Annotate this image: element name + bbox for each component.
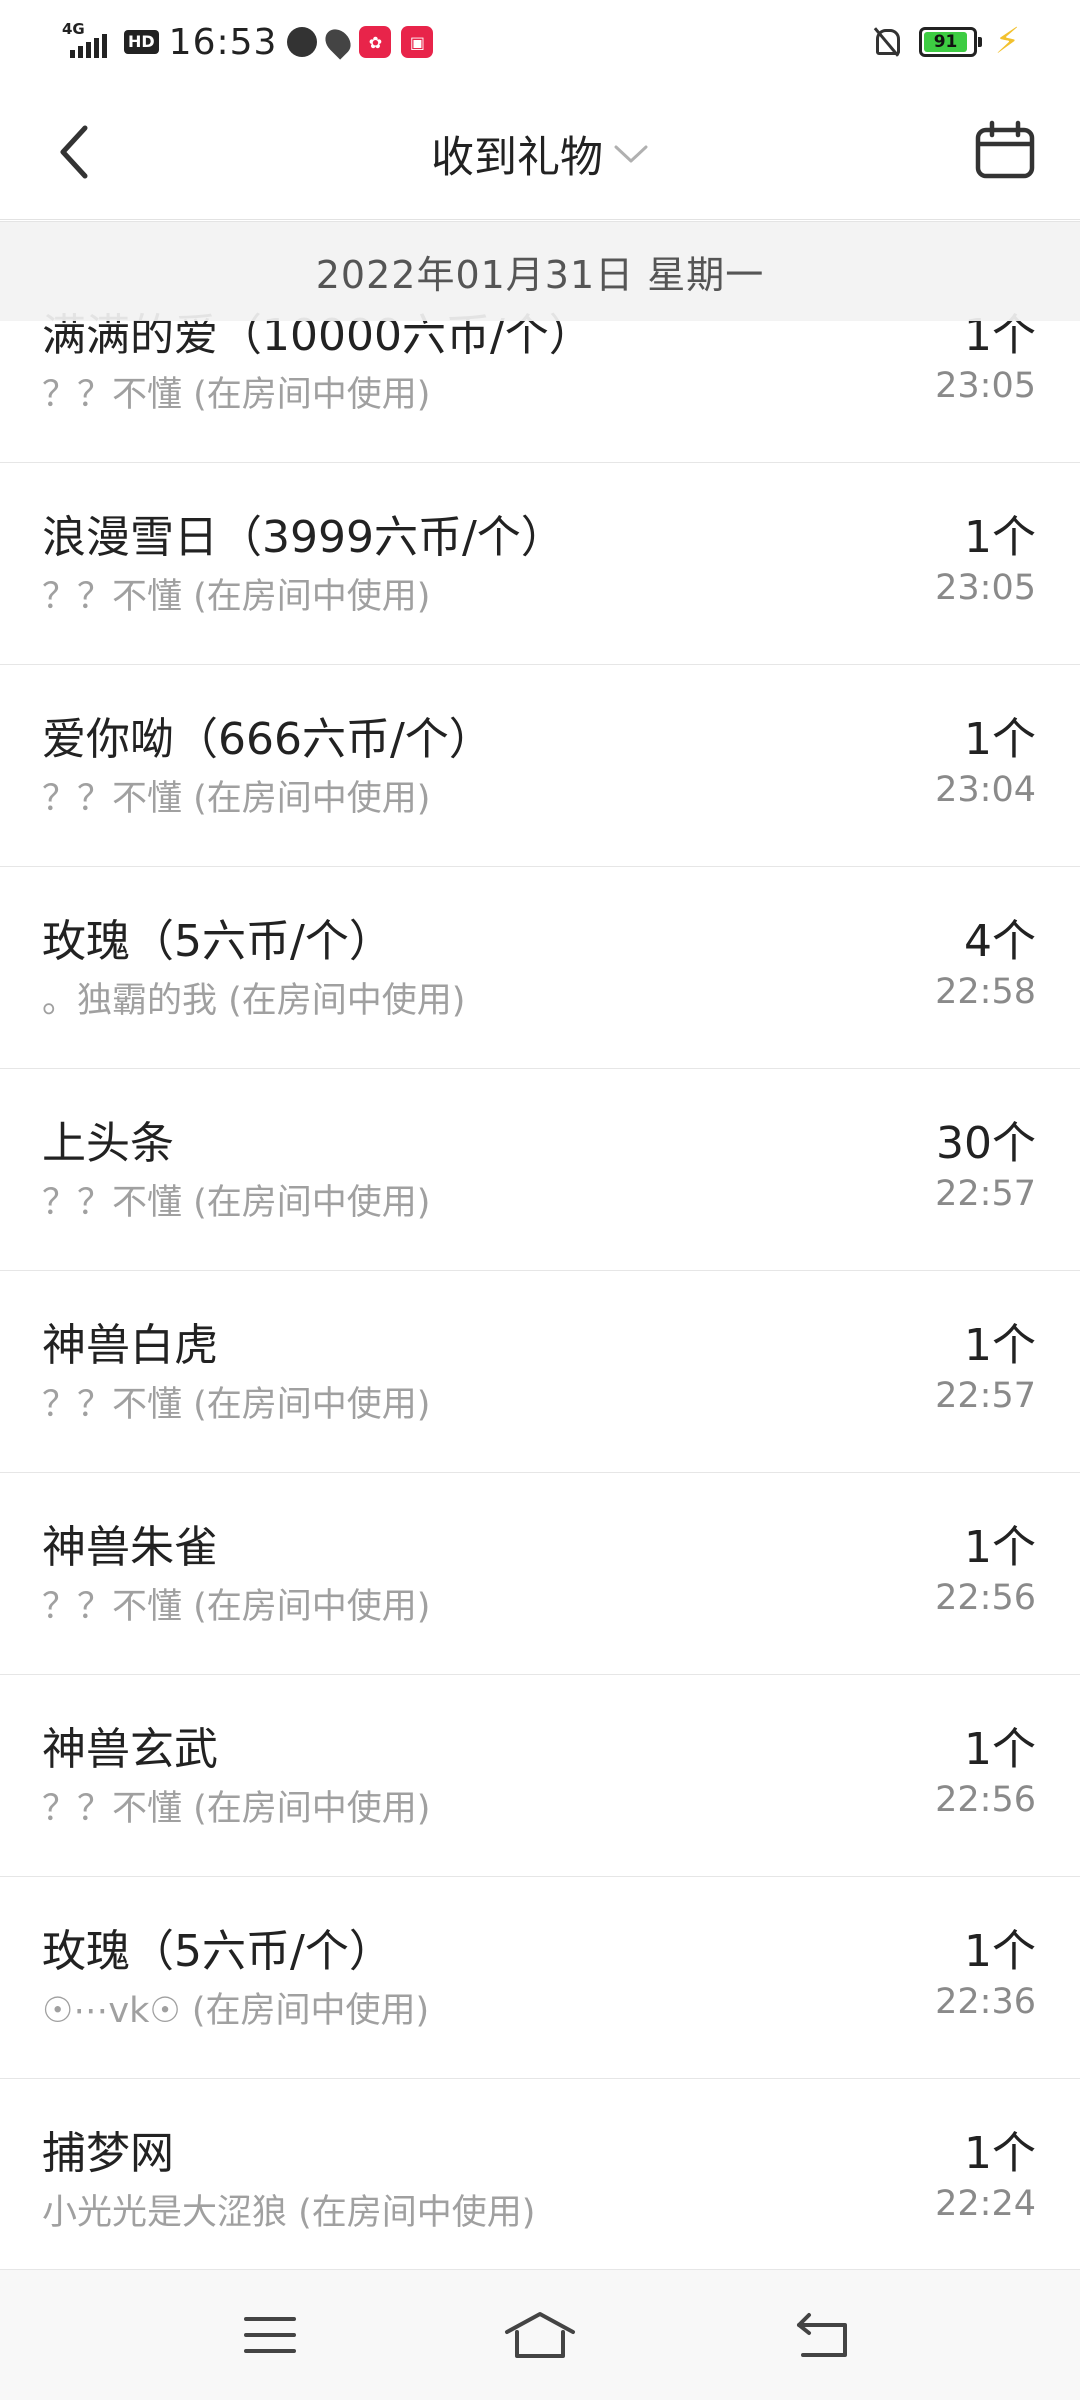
battery-icon: 91	[918, 27, 982, 57]
gift-count: 1个	[964, 512, 1036, 563]
calendar-icon	[975, 120, 1035, 179]
gift-time: 23:05	[935, 568, 1036, 608]
gift-count: 1个	[964, 1926, 1036, 1977]
gift-row[interactable]: 玫瑰（5六币/个） 。独霸的我 (在房间中使用) 4个 22:58	[0, 867, 1080, 1069]
gift-name: 玫瑰（5六币/个）	[42, 916, 393, 967]
gift-time: 22:36	[935, 1982, 1036, 2022]
gift-time: 22:57	[935, 1174, 1036, 1214]
app-bar: 收到礼物	[0, 84, 1080, 220]
status-bar: 4G HD 16:53 ✿ ▣ 91 ⚡	[0, 0, 1080, 84]
status-left: 4G HD 16:53 ✿ ▣	[62, 18, 434, 66]
app-notification-icon-2: ▣	[401, 26, 434, 58]
gift-name: 神兽白虎	[42, 1320, 218, 1371]
gift-sender: ？？不懂 (在房间中使用)	[42, 1587, 431, 1627]
gift-count: 1个	[964, 1522, 1036, 1573]
bell-muted-icon	[871, 26, 901, 58]
gift-name: 上头条	[42, 1118, 174, 1169]
gift-time: 22:56	[935, 1780, 1036, 1820]
dropdown-chevron-icon	[614, 145, 648, 163]
gift-sender: ☉⋯vk☉ (在房间中使用)	[42, 1991, 430, 2031]
menu-button[interactable]	[225, 2300, 315, 2370]
gift-list-inner: 满满的爱（10000六币/个） ？？不懂 (在房间中使用) 1个 23:05 浪…	[0, 261, 1080, 2269]
gift-count: 1个	[964, 1320, 1036, 1371]
gift-count: 1个	[964, 2128, 1036, 2179]
date-section-header: 2022年01月31日 星期一	[0, 221, 1080, 321]
home-button[interactable]	[495, 2300, 585, 2370]
gift-row[interactable]: 捕梦网 小光光是大涩狼 (在房间中使用) 1个 22:24	[0, 2079, 1080, 2269]
gift-row[interactable]: 爱你呦（666六币/个） ？？不懂 (在房间中使用) 1个 23:04	[0, 665, 1080, 867]
menu-icon	[244, 2317, 296, 2353]
gift-name: 神兽玄武	[42, 1724, 218, 1775]
gift-sender: ？？不懂 (在房间中使用)	[42, 779, 431, 819]
gift-name: 浪漫雪日（3999六币/个）	[42, 512, 565, 563]
gift-list[interactable]: 满满的爱（10000六币/个） ？？不懂 (在房间中使用) 1个 23:05 浪…	[0, 221, 1080, 2269]
nav-back-button[interactable]	[778, 2300, 868, 2370]
signal-icon: 4G	[62, 20, 114, 62]
app-notification-icon: ✿	[359, 26, 392, 58]
gift-sender: 小光光是大涩狼 (在房间中使用)	[42, 2193, 536, 2233]
gift-name: 神兽朱雀	[42, 1522, 218, 1573]
gift-time: 23:04	[935, 770, 1036, 810]
gift-time: 22:58	[935, 972, 1036, 1012]
speed-icon	[287, 27, 318, 57]
title-dropdown[interactable]: 收到礼物	[0, 124, 1080, 184]
gift-count: 30个	[936, 1118, 1036, 1169]
gift-sender: ？？不懂 (在房间中使用)	[42, 375, 431, 415]
gift-row[interactable]: 玫瑰（5六币/个） ☉⋯vk☉ (在房间中使用) 1个 22:36	[0, 1877, 1080, 2079]
gift-time: 22:56	[935, 1578, 1036, 1618]
gift-name: 玫瑰（5六币/个）	[42, 1926, 393, 1977]
back-icon	[797, 2313, 847, 2357]
gift-name: 爱你呦（666六币/个）	[42, 714, 493, 765]
gift-count: 1个	[964, 1724, 1036, 1775]
location-icon	[320, 24, 357, 60]
gift-sender: ？？不懂 (在房间中使用)	[42, 577, 431, 617]
calendar-button[interactable]	[970, 116, 1040, 186]
gift-time: 22:24	[935, 2184, 1036, 2224]
gift-row[interactable]: 神兽玄武 ？？不懂 (在房间中使用) 1个 22:56	[0, 1675, 1080, 1877]
gift-row[interactable]: 浪漫雪日（3999六币/个） ？？不懂 (在房间中使用) 1个 23:05	[0, 463, 1080, 665]
status-time: 16:53	[168, 21, 278, 63]
gift-sender: 。独霸的我 (在房间中使用)	[42, 981, 466, 1021]
gift-time: 22:57	[935, 1376, 1036, 1416]
gift-row[interactable]: 神兽朱雀 ？？不懂 (在房间中使用) 1个 22:56	[0, 1473, 1080, 1675]
system-nav-bar	[0, 2269, 1080, 2400]
battery-level: 91	[923, 32, 968, 52]
gift-sender: ？？不懂 (在房间中使用)	[42, 1789, 431, 1829]
page-title: 收到礼物	[431, 133, 603, 183]
charging-icon: ⚡	[994, 21, 1020, 62]
gift-sender: ？？不懂 (在房间中使用)	[42, 1183, 431, 1223]
gift-row[interactable]: 上头条 ？？不懂 (在房间中使用) 30个 22:57	[0, 1069, 1080, 1271]
gift-time: 23:05	[935, 366, 1036, 406]
hd-badge: HD	[124, 30, 159, 54]
gift-row[interactable]: 神兽白虎 ？？不懂 (在房间中使用) 1个 22:57	[0, 1271, 1080, 1473]
gift-sender: ？？不懂 (在房间中使用)	[42, 1385, 431, 1425]
date-text: 2022年01月31日 星期一	[315, 253, 765, 297]
gift-count: 1个	[964, 714, 1036, 765]
home-icon	[505, 2312, 575, 2358]
gift-name: 捕梦网	[42, 2128, 174, 2179]
status-right: 91 ⚡	[871, 22, 1020, 62]
gift-count: 4个	[964, 916, 1036, 967]
